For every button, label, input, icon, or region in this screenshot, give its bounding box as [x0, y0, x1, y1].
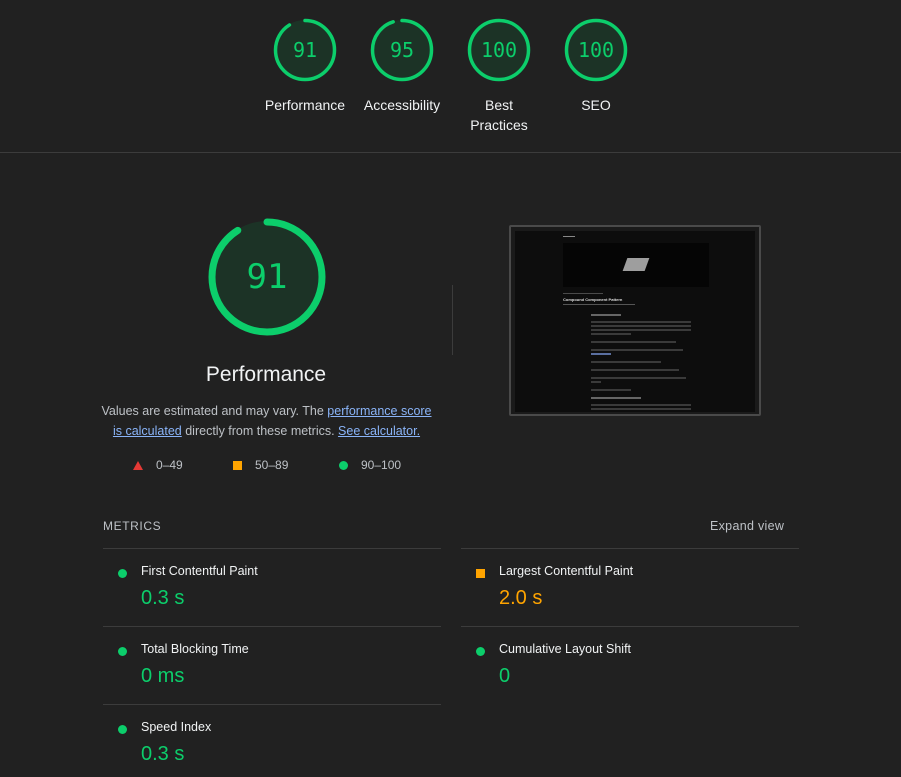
legend-pass-label: 90–100 — [361, 458, 402, 472]
thumb-text-line — [591, 389, 631, 391]
thumb-meta — [563, 293, 603, 294]
gauge-accessibility[interactable]: 95 Accessibility — [357, 17, 447, 115]
thumb-logo — [563, 236, 575, 237]
triangle-icon — [133, 460, 143, 470]
metric-total-blocking-time: Total Blocking Time 0 ms — [103, 626, 441, 704]
see-calculator-link[interactable]: See calculator. — [338, 424, 420, 438]
metric-name: Cumulative Layout Shift — [499, 642, 632, 656]
thumb-text-line — [591, 341, 676, 343]
legend-fail: 0–49 — [133, 458, 183, 472]
seo-label: SEO — [581, 97, 611, 113]
thumb-text-line — [591, 377, 686, 379]
metric-speed-index: Speed Index 0.3 s — [103, 704, 441, 777]
seo-score: 100 — [578, 38, 614, 62]
square-icon — [233, 460, 242, 470]
main-score: 91 — [247, 257, 288, 297]
accessibility-label: Accessibility — [363, 97, 441, 113]
metric-name: Largest Contentful Paint — [499, 564, 634, 578]
circle-icon — [339, 460, 348, 470]
best-practices-gauge-ring: 100 — [467, 18, 531, 82]
metric-value: 0.3 s — [141, 587, 185, 609]
pass-circle-icon — [118, 725, 127, 734]
thumb-text-line — [591, 381, 601, 383]
thumb-subtitle — [563, 304, 635, 305]
pass-circle-icon — [118, 647, 127, 656]
legend-pass: 90–100 — [339, 458, 401, 472]
accessibility-gauge-ring: 95 — [370, 18, 434, 82]
best-practices-score: 100 — [481, 38, 517, 62]
score-legend: 0–49 50–89 90–100 — [0, 458, 901, 474]
metric-name: Total Blocking Time — [141, 642, 249, 656]
thumb-text-line — [591, 314, 621, 316]
category-gauges: 91 Performance 95 Accessibility 100 Best… — [0, 17, 901, 153]
seo-gauge-ring: 100 — [564, 18, 628, 82]
average-square-icon — [476, 569, 485, 578]
thumb-text-line — [591, 369, 679, 371]
metric-cumulative-layout-shift: Cumulative Layout Shift 0 — [461, 626, 799, 704]
metric-value: 0.3 s — [141, 743, 185, 765]
thumbnail-page: Compound Component Pattern — [515, 231, 755, 412]
desc-prefix: Values are estimated and may vary. The — [101, 404, 328, 418]
pass-circle-icon — [118, 569, 127, 578]
metric-name: Speed Index — [141, 720, 212, 734]
legend-average: 50–89 — [233, 458, 288, 472]
thumb-text-line — [591, 329, 691, 331]
metric-value: 2.0 s — [499, 587, 543, 609]
thumb-text-line — [591, 321, 691, 323]
expand-view-button[interactable]: Expand view — [710, 519, 784, 533]
legend-average-label: 50–89 — [255, 458, 289, 472]
thumb-hero-image — [563, 243, 709, 287]
metric-value: 0 — [499, 665, 511, 687]
metric-name: First Contentful Paint — [141, 564, 258, 578]
performance-score: 91 — [293, 38, 317, 62]
gauge-best-practices[interactable]: 100 Best Practices — [454, 17, 544, 135]
metric-first-contentful-paint: First Contentful Paint 0.3 s — [103, 548, 441, 626]
final-screenshot-thumbnail[interactable]: Compound Component Pattern — [509, 225, 761, 416]
main-gauge-ring: 91 — [208, 218, 326, 336]
cube-icon — [622, 258, 650, 271]
gauge-seo[interactable]: 100 SEO — [551, 17, 641, 115]
best-practices-label: Best Practices — [470, 97, 528, 133]
thumb-text-line — [591, 353, 611, 355]
thumb-text-line — [591, 408, 691, 410]
performance-gauge-ring: 91 — [273, 18, 337, 82]
metrics-header: METRICS — [103, 519, 162, 533]
thumb-text-line — [591, 404, 691, 406]
header-divider — [0, 152, 901, 153]
thumb-text-line — [591, 325, 691, 327]
thumb-text-line — [591, 349, 683, 351]
thumb-title: Compound Component Pattern — [563, 297, 623, 302]
performance-main-gauge: 91 — [206, 216, 328, 338]
legend-fail-label: 0–49 — [156, 458, 183, 472]
vertical-divider — [452, 285, 453, 355]
desc-mid: directly from these metrics. — [181, 424, 339, 438]
thumb-text-line — [591, 397, 641, 399]
accessibility-score: 95 — [390, 38, 414, 62]
performance-description: Values are estimated and may vary. The p… — [100, 401, 433, 441]
performance-title: Performance — [205, 363, 327, 386]
thumb-text-line — [591, 361, 661, 363]
metric-largest-contentful-paint: Largest Contentful Paint 2.0 s — [461, 548, 799, 626]
gauge-performance[interactable]: 91 Performance — [260, 17, 350, 115]
metric-value: 0 ms — [141, 665, 185, 687]
pass-circle-icon — [476, 647, 485, 656]
performance-label: Performance — [264, 97, 346, 113]
thumb-text-line — [591, 333, 631, 335]
